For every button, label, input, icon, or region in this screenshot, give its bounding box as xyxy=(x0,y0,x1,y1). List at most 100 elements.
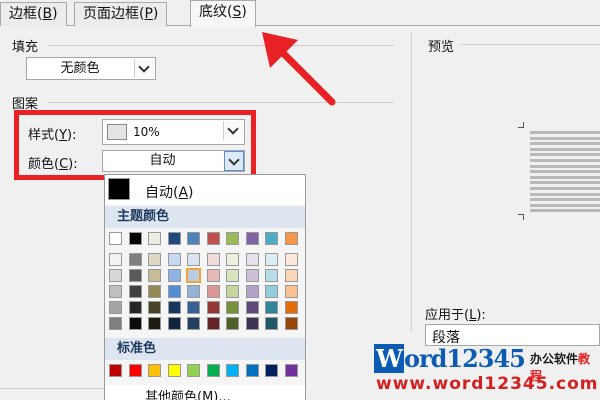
theme-shade-swatch[interactable] xyxy=(245,269,259,282)
theme-shade-swatch[interactable] xyxy=(226,301,239,314)
theme-color-swatch[interactable] xyxy=(284,232,298,245)
fill-dropdown-button[interactable] xyxy=(134,59,154,78)
standard-colors-header: 标准色 xyxy=(105,338,305,360)
theme-shade-swatch[interactable] xyxy=(245,253,259,266)
chevron-down-icon xyxy=(138,61,150,73)
standard-color-swatch[interactable] xyxy=(109,364,122,377)
standard-color-swatch[interactable] xyxy=(265,364,278,377)
theme-shade-swatch[interactable] xyxy=(128,285,142,298)
theme-color-swatch[interactable] xyxy=(206,232,220,245)
fill-section-label: 填充 xyxy=(12,40,39,55)
theme-color-swatch[interactable] xyxy=(265,232,278,245)
theme-shade-swatch[interactable] xyxy=(226,253,239,266)
theme-shade-swatch[interactable] xyxy=(109,301,122,314)
theme-shade-swatch[interactable] xyxy=(187,301,200,314)
preview-line xyxy=(530,203,600,207)
watermark-logo: Word12345 办公软件教程 xyxy=(374,344,600,383)
theme-color-swatch[interactable] xyxy=(167,232,181,245)
tab-shading[interactable]: 底纹(S) xyxy=(190,0,256,27)
theme-shade-swatch[interactable] xyxy=(109,285,122,298)
preview-line xyxy=(530,153,600,157)
more-colors-label: 其他颜色(M)... xyxy=(145,390,231,400)
preview-line xyxy=(530,175,600,179)
panel-divider xyxy=(411,32,412,332)
theme-shade-swatch[interactable] xyxy=(128,253,142,266)
standard-color-swatch[interactable] xyxy=(187,364,200,377)
preview-line xyxy=(530,131,600,134)
red-arrow-icon xyxy=(262,32,336,106)
theme-shade-swatch[interactable] xyxy=(284,317,298,330)
theme-shade-swatch[interactable] xyxy=(148,317,161,330)
theme-shade-swatch[interactable] xyxy=(109,317,122,330)
standard-color-swatch[interactable] xyxy=(128,364,142,377)
theme-shade-swatch[interactable] xyxy=(167,301,181,314)
theme-shade-swatch[interactable] xyxy=(167,285,181,298)
preview-corner-mark xyxy=(518,214,524,220)
theme-shade-swatch[interactable] xyxy=(109,253,122,266)
theme-shade-swatch[interactable] xyxy=(284,301,298,314)
theme-colors-header: 主题颜色 xyxy=(105,206,305,228)
theme-shade-swatch[interactable] xyxy=(206,269,220,282)
auto-color-option[interactable]: 自动(A) xyxy=(105,175,305,205)
theme-shade-swatch[interactable] xyxy=(148,301,161,314)
theme-shade-swatch[interactable] xyxy=(128,317,142,330)
pattern-section-rule xyxy=(48,102,394,103)
theme-shade-swatch[interactable] xyxy=(265,301,278,314)
standard-color-swatch[interactable] xyxy=(245,364,259,377)
theme-shade-swatch[interactable] xyxy=(167,317,181,330)
tab-borders[interactable]: 边框(B) xyxy=(0,2,67,26)
theme-shade-swatch[interactable] xyxy=(245,301,259,314)
theme-shade-swatch[interactable] xyxy=(206,301,220,314)
standard-color-swatch[interactable] xyxy=(206,364,220,377)
theme-shade-swatch[interactable] xyxy=(148,253,161,266)
theme-shade-swatch[interactable] xyxy=(284,253,298,266)
theme-shade-swatch[interactable] xyxy=(148,269,161,282)
theme-shade-swatch[interactable] xyxy=(284,285,298,298)
theme-shade-swatch[interactable] xyxy=(265,285,278,298)
theme-shade-swatch[interactable] xyxy=(265,269,278,282)
theme-shade-swatch[interactable] xyxy=(226,285,239,298)
theme-shade-swatch[interactable] xyxy=(206,285,220,298)
theme-shade-swatch[interactable] xyxy=(128,301,142,314)
auto-color-swatch xyxy=(108,178,130,200)
preview-line xyxy=(530,142,600,146)
theme-shade-swatch[interactable] xyxy=(265,317,278,330)
theme-color-swatch[interactable] xyxy=(148,232,161,245)
watermark-word: Word12345 xyxy=(374,344,526,373)
theme-shade-swatch[interactable] xyxy=(109,269,122,282)
theme-shade-swatch[interactable] xyxy=(265,253,278,266)
theme-color-swatch[interactable] xyxy=(226,232,239,245)
theme-shade-swatch[interactable] xyxy=(187,253,200,266)
theme-color-swatch[interactable] xyxy=(128,232,142,245)
standard-color-swatch[interactable] xyxy=(148,364,161,377)
apply-to-select[interactable]: 段落 xyxy=(425,324,600,346)
more-colors-option[interactable]: 其他颜色(M)... xyxy=(105,385,305,400)
preview-line xyxy=(530,209,600,213)
theme-color-swatch[interactable] xyxy=(245,232,259,245)
preview-line xyxy=(530,147,600,151)
theme-shade-swatch[interactable] xyxy=(206,253,220,266)
theme-shade-swatch[interactable] xyxy=(206,317,220,330)
fill-color-select[interactable]: 无颜色 xyxy=(26,57,156,80)
theme-shade-swatch[interactable] xyxy=(284,269,298,282)
theme-shade-swatch[interactable] xyxy=(167,269,181,282)
standard-color-swatch[interactable] xyxy=(284,364,298,377)
theme-shade-swatch[interactable] xyxy=(148,285,161,298)
theme-shade-swatch[interactable] xyxy=(128,269,142,282)
preview-line xyxy=(530,159,600,162)
theme-shade-swatch[interactable] xyxy=(226,317,239,330)
theme-color-swatch[interactable] xyxy=(187,232,200,245)
theme-shade-swatch[interactable] xyxy=(187,285,200,298)
theme-shade-swatch[interactable] xyxy=(187,317,200,330)
tab-page-borders[interactable]: 页面边框(P) xyxy=(74,2,168,26)
theme-color-swatch[interactable] xyxy=(109,232,122,245)
preview-sample xyxy=(530,131,600,215)
theme-shade-swatch[interactable] xyxy=(245,285,259,298)
theme-shade-swatch[interactable] xyxy=(245,317,259,330)
theme-shade-swatch[interactable] xyxy=(226,269,239,282)
theme-shade-swatch[interactable] xyxy=(186,268,201,283)
standard-color-swatch[interactable] xyxy=(167,364,181,377)
theme-shade-swatch[interactable] xyxy=(167,253,181,266)
preview-label: 预览 xyxy=(428,40,455,55)
standard-color-swatch[interactable] xyxy=(226,364,239,377)
